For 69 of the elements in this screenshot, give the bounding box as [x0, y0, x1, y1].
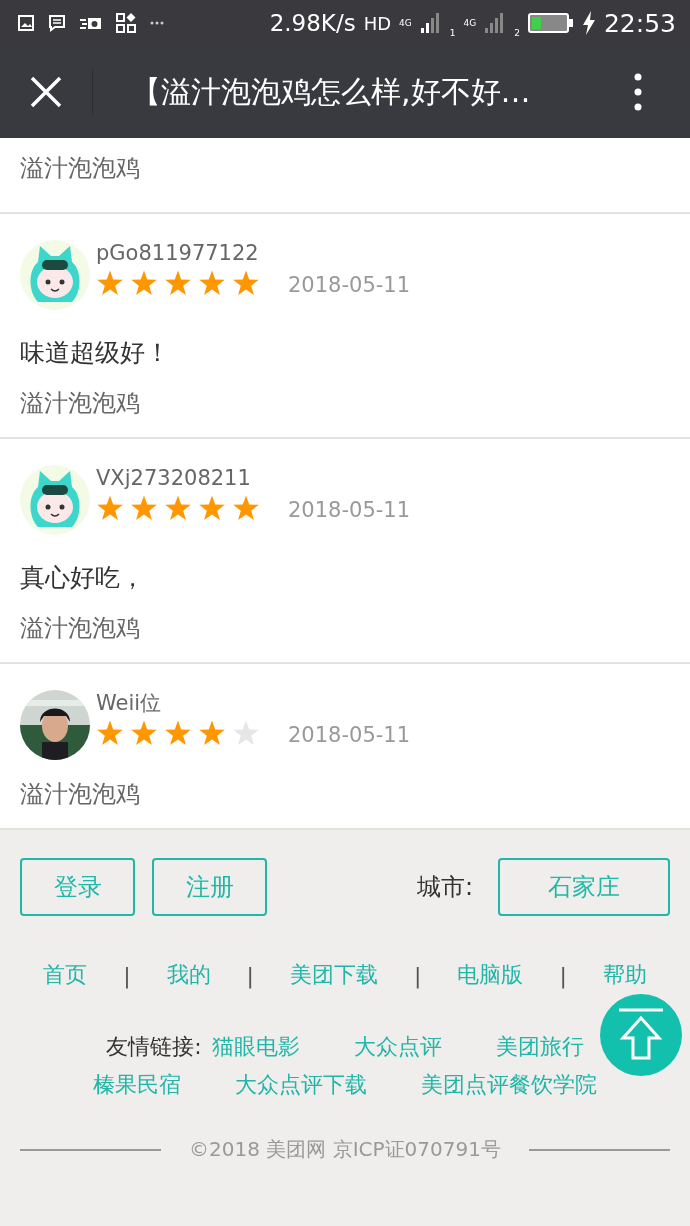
friend-link[interactable]: 榛果民宿: [93, 1070, 181, 1100]
separator: |: [123, 962, 131, 988]
username: pGo811977122: [96, 240, 260, 266]
star-icon: [96, 495, 124, 523]
star-icon: [164, 495, 192, 523]
image-icon: [18, 15, 34, 31]
signal-icon: [419, 12, 442, 34]
dish-tag: 溢汁泡泡鸡: [20, 389, 140, 417]
star-icon: [130, 495, 158, 523]
mascot-avatar: [20, 240, 90, 310]
network-type: 4G: [399, 18, 412, 28]
mascot-avatar: [20, 465, 90, 535]
star-icon: [164, 270, 192, 298]
apps-icon: [116, 13, 136, 33]
review-date: 2018-05-11: [288, 273, 411, 297]
notification-icon: [80, 16, 102, 30]
dish-tag: 溢汁泡泡鸡: [20, 780, 140, 808]
star-icon: [198, 720, 226, 748]
star-icon: [232, 495, 260, 523]
page-title: 【溢汁泡泡鸡怎么样,好不好…: [130, 72, 532, 111]
review-date: 2018-05-11: [288, 498, 411, 522]
more-icon: [150, 21, 164, 25]
network-type: 4G: [463, 18, 477, 28]
star-icon: [198, 495, 226, 523]
footer-link[interactable]: 首页: [43, 960, 88, 990]
dish-tag: 溢汁泡泡鸡: [20, 614, 140, 642]
copyright-text: ©2018 美团网 京ICP证070791号: [189, 1136, 501, 1163]
menu-icon: [634, 73, 642, 111]
sim-number: 2: [514, 27, 520, 38]
account-button[interactable]: 登录: [20, 858, 135, 916]
star-icon: [232, 270, 260, 298]
review-date: 2018-05-11: [288, 723, 411, 747]
star-icon: [198, 270, 226, 298]
friend-link[interactable]: 美团点评餐饮学院: [421, 1070, 597, 1100]
account-button[interactable]: 注册: [152, 858, 267, 916]
star-icon: [130, 720, 158, 748]
footer-link[interactable]: 我的: [166, 960, 211, 990]
charging-icon: [581, 11, 596, 35]
footer-link[interactable]: 美团下载: [290, 960, 378, 990]
friend-links-label: 友情链接:: [106, 1033, 202, 1061]
sim-number: 1: [449, 27, 456, 38]
review-text: 味道超级好！: [20, 337, 171, 369]
friend-link[interactable]: 美团旅行: [495, 1032, 584, 1062]
username: VXj273208211: [96, 465, 252, 491]
footer-link[interactable]: 帮助: [602, 960, 647, 990]
close-icon: [30, 76, 62, 108]
friend-link[interactable]: 大众点评下载: [235, 1070, 367, 1100]
star-icon: [164, 720, 192, 748]
review-text: 真心好吃，: [20, 562, 146, 594]
star-icon: [96, 720, 124, 748]
star-icon: [130, 270, 158, 298]
friend-link[interactable]: 大众点评: [353, 1032, 442, 1062]
star-icon: [96, 270, 124, 298]
battery-icon: [527, 12, 574, 34]
separator: |: [246, 962, 254, 988]
separator: |: [559, 962, 567, 988]
message-icon: [48, 14, 66, 32]
separator: |: [414, 962, 422, 988]
network-speed: 2.98K/s: [269, 10, 356, 36]
username: Weii位: [96, 690, 163, 716]
footer-link[interactable]: 电脑版: [457, 960, 524, 990]
hd-label: HD: [363, 12, 392, 34]
dish-tag: 溢汁泡泡鸡: [20, 152, 140, 184]
friend-link[interactable]: 猫眼电影: [211, 1032, 300, 1062]
empty-star-icon: [232, 720, 260, 748]
city-button[interactable]: 石家庄: [498, 858, 670, 916]
clock-time: 22:53: [603, 8, 676, 38]
arrow-up-icon: [617, 1008, 665, 1062]
city-label: 城市:: [416, 872, 473, 903]
